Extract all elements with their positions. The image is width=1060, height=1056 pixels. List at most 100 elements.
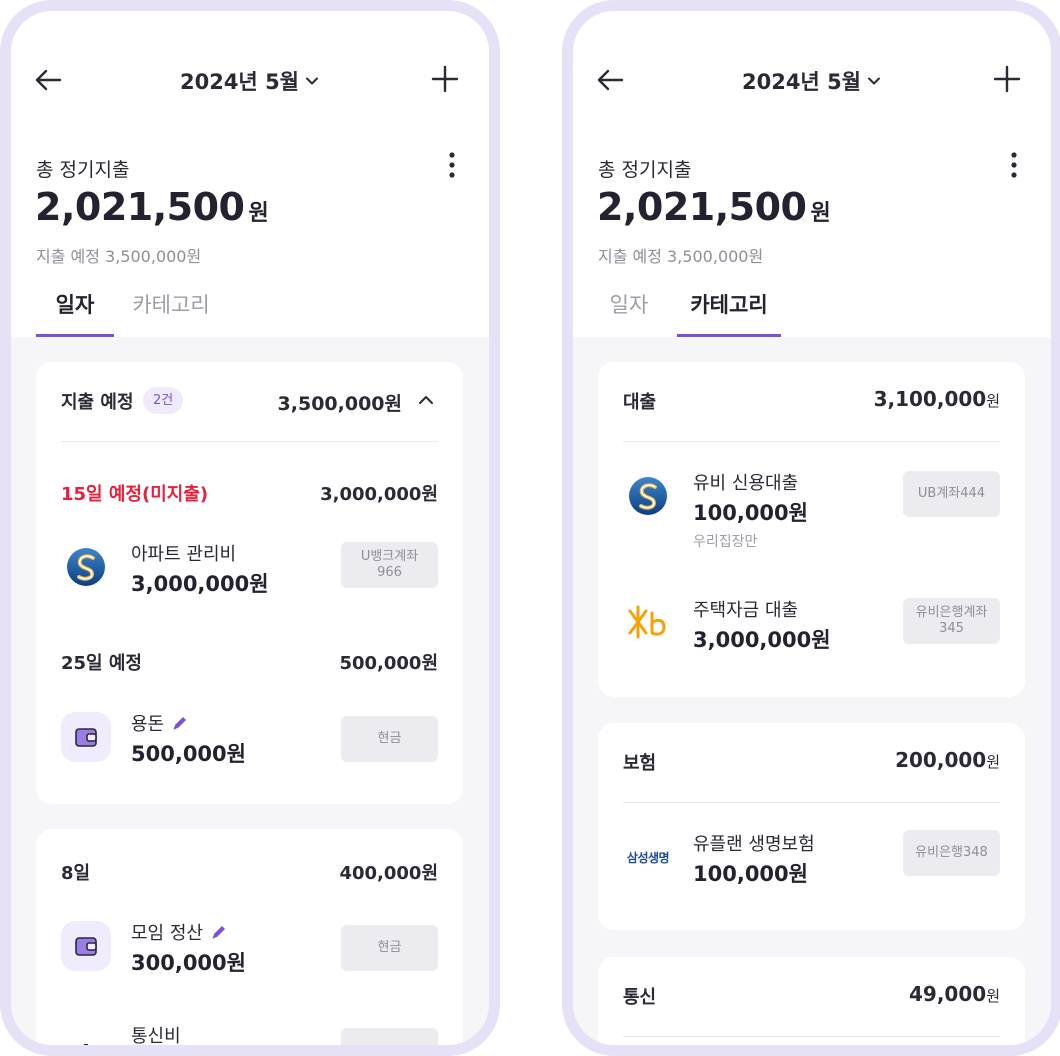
item-name: 용돈 — [131, 710, 188, 736]
list-item[interactable]: 유비 신용대출 100,000원 우리집장만 UB계좌444 — [623, 471, 1000, 551]
shinhan-bank-logo — [61, 542, 111, 592]
card-header: 대출 3,100,000원 — [623, 362, 1000, 442]
card-total: 49,000원 — [909, 982, 1000, 1006]
card-title: 대출 — [623, 392, 657, 413]
chevron-down-icon — [868, 77, 880, 85]
item-amount: 3,000,000원 — [131, 572, 269, 596]
group-header: 25일 예정 500,000원 — [61, 649, 438, 675]
phone-screen-category-view: 2024년 5월 총 정기지출 2,021,500 원 지출 예정 3,500,… — [562, 0, 1060, 1056]
tab-category[interactable]: 카테고리 — [677, 289, 781, 337]
list-item[interactable]: 모임 정산 300,000원 현금 — [61, 921, 438, 1001]
item-name: 유플랜 생명보험 — [693, 834, 815, 855]
chevron-down-icon — [306, 77, 318, 85]
category-card-loan: 대출 3,100,000원 유비 신용대출 100,000원 우리집장만 UB계… — [598, 362, 1025, 697]
tab-category[interactable]: 카테고리 — [121, 289, 221, 337]
group-title: 15일 예정(미지출) — [61, 484, 209, 505]
item-name: 통신비 — [131, 1026, 181, 1047]
tab-date-label: 일자 — [609, 293, 649, 317]
account-chip[interactable]: U뱅크계좌 966 — [341, 542, 438, 588]
card-header: 보험 200,000원 — [623, 723, 1000, 803]
expected-spending: 지출 예정 3,500,000원 — [36, 247, 202, 266]
tab-date[interactable]: 일자 — [36, 289, 114, 337]
item-name: 아파트 관리비 — [131, 544, 237, 565]
pencil-icon[interactable] — [211, 924, 227, 940]
month-label: 2024년 5월 — [179, 70, 299, 94]
group-title: 8일 — [61, 863, 91, 884]
item-amount: 100,000원 — [693, 501, 808, 525]
tab-category-label: 카테고리 — [690, 293, 768, 317]
card-total: 200,000원 — [895, 748, 1000, 772]
chevron-up-icon[interactable] — [417, 391, 435, 409]
header-area: 2024년 5월 총 정기지출 2,021,500 원 지출 예정 3,500,… — [573, 11, 1051, 337]
kebab-menu-icon[interactable] — [445, 150, 459, 180]
category-card-telecom: 통신 49,000원 — [598, 957, 1025, 1045]
list-item[interactable]: 아파트 관리비 3,000,000원 U뱅크계좌 966 — [61, 542, 438, 622]
item-amount: 300,000원 — [131, 951, 246, 975]
month-label: 2024년 5월 — [741, 70, 861, 94]
card-header[interactable]: 지출 예정 2건 3,500,000원 — [61, 362, 438, 442]
receipt-icon — [61, 1024, 111, 1045]
card-total: 3,500,000원 — [277, 393, 402, 415]
group-title: 25일 예정 — [61, 653, 142, 674]
month-selector[interactable]: 2024년 5월 — [11, 66, 489, 96]
account-chip[interactable]: UB계좌444 — [903, 471, 1000, 517]
group-amount: 3,000,000원 — [320, 484, 438, 505]
item-amount: 100,000원 — [693, 862, 808, 886]
card-title: 통신 — [623, 987, 657, 1008]
kebab-menu-icon[interactable] — [1007, 150, 1021, 180]
day-card: 8일 400,000원 모임 정산 300,000원 현금 통신비 — [36, 829, 463, 1047]
count-badge: 2건 — [143, 387, 184, 414]
account-chip[interactable]: 유비은행계좌 345 — [903, 598, 1000, 644]
tab-date-label: 일자 — [55, 293, 95, 317]
total-label: 총 정기지출 — [598, 159, 692, 181]
account-chip[interactable]: 현금 — [341, 925, 438, 971]
category-card-insurance: 보험 200,000원 삼성생명 유플랜 생명보험 100,000원 유비은행3… — [598, 723, 1025, 930]
view-tabs: 일자 카테고리 — [573, 289, 1051, 337]
account-chip[interactable]: 현금 — [341, 716, 438, 762]
plus-icon[interactable] — [992, 64, 1022, 94]
plus-icon[interactable] — [430, 64, 460, 94]
month-selector[interactable]: 2024년 5월 — [573, 66, 1051, 96]
item-amount: 3,000,000원 — [693, 628, 831, 652]
total-amount: 2,021,500 원 — [597, 185, 831, 229]
list-item[interactable]: 삼성생명 유플랜 생명보험 100,000원 유비은행348 — [623, 830, 1000, 912]
expected-spending: 지출 예정 3,500,000원 — [598, 247, 764, 266]
card-total: 3,100,000원 — [873, 387, 1000, 411]
card-title: 보험 — [623, 753, 657, 774]
tab-indicator — [36, 334, 114, 337]
total-label: 총 정기지출 — [36, 159, 130, 181]
group-header: 8일 400,000원 — [61, 859, 438, 885]
tab-indicator — [677, 334, 781, 337]
list-item[interactable]: 주택자금 대출 3,000,000원 유비은행계좌 345 — [623, 598, 1000, 678]
tab-date[interactable]: 일자 — [598, 289, 660, 337]
item-name: 주택자금 대출 — [693, 600, 799, 621]
total-amount: 2,021,500 원 — [35, 185, 269, 229]
account-chip[interactable]: 유비은행348 — [903, 830, 1000, 876]
list-item[interactable]: 통신비 — [61, 1024, 438, 1047]
samsung-life-logo: 삼성생명 — [626, 850, 670, 865]
total-amount-unit: 원 — [248, 201, 269, 226]
total-amount-value: 2,021,500 — [597, 185, 807, 229]
item-name: 모임 정산 — [131, 919, 227, 945]
header-area: 2024년 5월 총 정기지출 2,021,500 원 지출 예정 3,500,… — [11, 11, 489, 337]
app-bar: 2024년 5월 — [11, 61, 489, 97]
list-item[interactable]: 용돈 500,000원 현금 — [61, 712, 438, 792]
card-header: 통신 49,000원 — [623, 957, 1000, 1037]
shinhan-bank-logo — [623, 471, 673, 521]
group-header: 15일 예정(미지출) 3,000,000원 — [61, 480, 438, 506]
item-name: 유비 신용대출 — [693, 473, 799, 494]
card-title: 지출 예정 — [61, 392, 134, 413]
pencil-icon[interactable] — [172, 715, 188, 731]
phone-screen-date-view: 2024년 5월 총 정기지출 2,021,500 원 지출 예정 3,500,… — [0, 0, 500, 1056]
wallet-icon — [61, 712, 111, 762]
app-bar: 2024년 5월 — [573, 61, 1051, 97]
item-amount: 500,000원 — [131, 742, 246, 766]
upcoming-expense-card: 지출 예정 2건 3,500,000원 15일 예정(미지출) 3,000,00… — [36, 362, 463, 804]
item-memo: 우리집장만 — [693, 534, 758, 550]
wallet-icon — [61, 921, 111, 971]
group-amount: 400,000원 — [339, 863, 438, 884]
group-amount: 500,000원 — [339, 653, 438, 674]
account-chip[interactable] — [341, 1028, 438, 1045]
tab-category-label: 카테고리 — [132, 293, 210, 317]
view-tabs: 일자 카테고리 — [11, 289, 489, 337]
